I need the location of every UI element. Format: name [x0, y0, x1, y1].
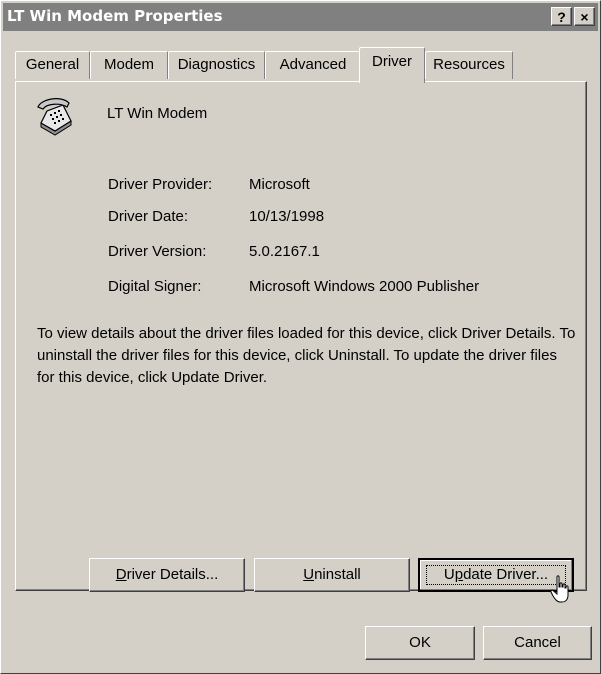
- driver-date-label: Driver Date:: [108, 208, 189, 225]
- help-button[interactable]: ?: [551, 7, 572, 26]
- focus-rectangle: [426, 565, 566, 585]
- close-button[interactable]: ×: [574, 7, 595, 26]
- tab-modem[interactable]: Modem: [90, 51, 168, 79]
- driver-details-button[interactable]: Driver Details...: [89, 558, 245, 592]
- cancel-button[interactable]: Cancel: [483, 626, 592, 660]
- driver-version-label: Driver Version:: [108, 243, 207, 260]
- accelerator-key: U: [303, 566, 315, 583]
- tab-driver[interactable]: Driver: [359, 47, 425, 83]
- driver-version-value: 5.0.2167.1: [249, 243, 320, 260]
- driver-date-value: 10/13/1998: [249, 208, 325, 225]
- tab-resources[interactable]: Resources: [425, 51, 513, 79]
- digital-signer-label: Digital Signer:: [108, 278, 202, 295]
- tab-diagnostics[interactable]: Diagnostics: [168, 51, 265, 79]
- button-text: river Details...: [126, 566, 219, 583]
- mouse-pointer-icon: [550, 575, 569, 603]
- driver-provider-label: Driver Provider:: [108, 176, 213, 193]
- accelerator-key: D: [115, 566, 127, 583]
- device-name: LT Win Modem: [107, 105, 208, 122]
- uninstall-button[interactable]: Uninstall: [254, 558, 410, 592]
- tab-general[interactable]: General: [15, 51, 90, 79]
- properties-dialog: LT Win Modem Properties ? × General Mode…: [0, 0, 601, 674]
- title-bar[interactable]: LT Win Modem Properties ? ×: [3, 3, 598, 31]
- ok-button[interactable]: OK: [365, 626, 475, 660]
- tab-advanced[interactable]: Advanced: [265, 51, 361, 79]
- driver-provider-value: Microsoft: [249, 176, 310, 193]
- digital-signer-value: Microsoft Windows 2000 Publisher: [249, 278, 480, 295]
- driver-description: To view details about the driver files l…: [37, 325, 576, 386]
- button-text: ninstall: [314, 566, 361, 583]
- window-title: LT Win Modem Properties: [7, 7, 223, 25]
- phone-modem-icon: [37, 98, 72, 136]
